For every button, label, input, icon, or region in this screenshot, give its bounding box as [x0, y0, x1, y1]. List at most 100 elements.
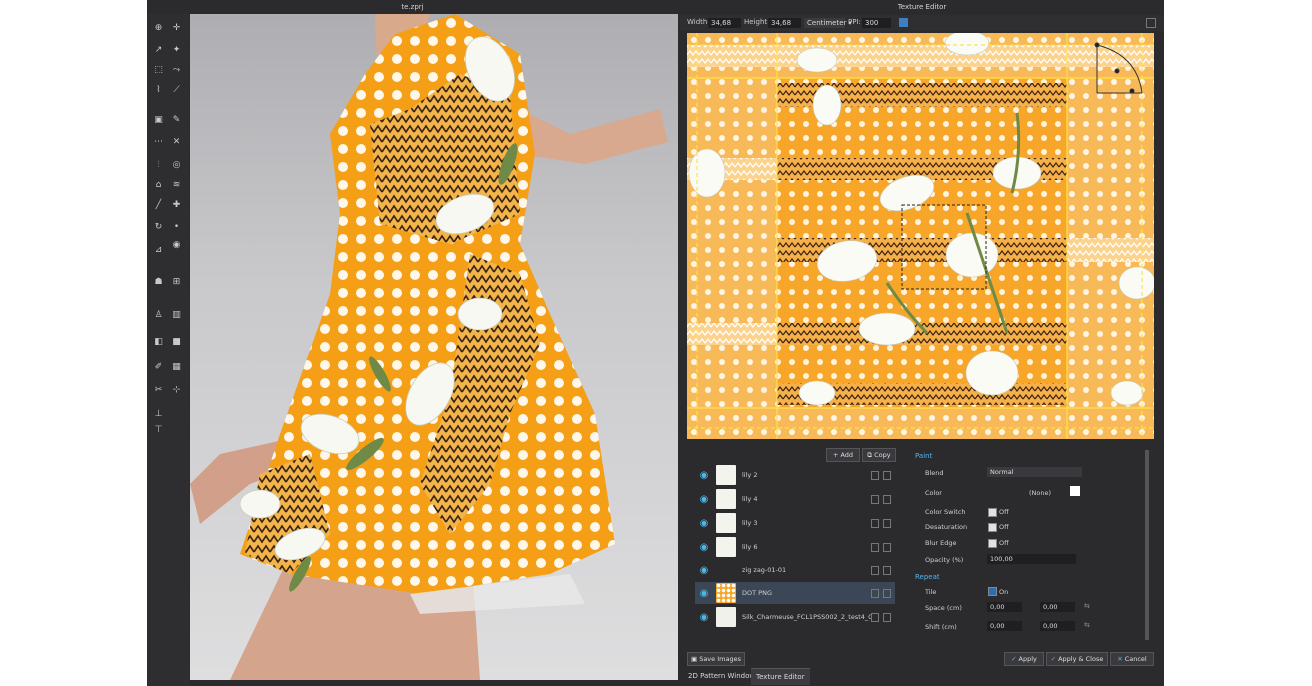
layer-menu-icon[interactable] — [883, 542, 891, 552]
apply-close-button[interactable]: ✓ Apply & Close — [1046, 652, 1108, 666]
sew-tool-icon[interactable]: ⌇ — [153, 84, 164, 95]
ppi-input[interactable]: 300 — [862, 18, 891, 28]
line-tool-icon[interactable]: ╱ — [153, 199, 164, 210]
visibility-eye-icon[interactable]: ◉ — [698, 517, 710, 529]
lock-icon[interactable] — [871, 494, 879, 504]
opacity-input[interactable]: 100,00 — [987, 554, 1076, 564]
color-switch-checkbox[interactable] — [988, 508, 997, 517]
3d-viewport[interactable] — [190, 14, 678, 680]
brush-tool-icon[interactable]: ✎ — [171, 114, 182, 125]
link-icon[interactable]: ⇆ — [1084, 621, 1090, 629]
avatar-tool-icon[interactable]: ♙ — [153, 309, 164, 320]
layer-row[interactable]: ◉ zig zag-01-01 — [695, 559, 895, 581]
layer-row[interactable]: ◉ lily 6 — [695, 536, 895, 558]
visibility-eye-icon[interactable]: ◉ — [698, 493, 710, 505]
fit-tool-icon[interactable]: ☗ — [153, 276, 164, 287]
visibility-eye-icon[interactable]: ◉ — [698, 564, 710, 576]
space-x-input[interactable]: 0,00 — [987, 602, 1022, 612]
layer-thumbnail — [716, 583, 736, 603]
layer-menu-icon[interactable] — [883, 494, 891, 504]
measure-tool-icon[interactable]: ⊿ — [153, 244, 164, 255]
lock-icon[interactable] — [871, 470, 879, 480]
visibility-eye-icon[interactable]: ◉ — [698, 587, 710, 599]
editor-title: Texture Editor — [897, 3, 947, 11]
lock-icon[interactable] — [871, 588, 879, 598]
layer-thumbnail — [716, 465, 736, 485]
lock-icon[interactable] — [871, 612, 879, 622]
visibility-eye-icon[interactable]: ◉ — [698, 611, 710, 623]
opacity-label: Opacity (%) — [925, 556, 964, 564]
copy-layer-button[interactable]: ⧉ Copy — [862, 448, 896, 462]
rotate-tool-icon[interactable]: ↻ — [153, 221, 164, 232]
layer-row[interactable]: ◉ lily 4 — [695, 488, 895, 510]
tile-checkbox[interactable] — [988, 587, 997, 596]
button-tool-icon[interactable]: ◎ — [171, 159, 182, 170]
fill-tool-icon[interactable]: ▦ — [171, 361, 182, 372]
desaturation-checkbox[interactable] — [988, 523, 997, 532]
texture-canvas[interactable] — [687, 33, 1154, 439]
zipper-tool-icon[interactable]: ⫶ — [153, 159, 164, 170]
grid-toggle-icon[interactable] — [899, 18, 908, 27]
color-swatch[interactable] — [1070, 486, 1080, 496]
layer-row[interactable]: ◉ lily 3 — [695, 512, 895, 534]
blend-select[interactable]: Normal — [987, 467, 1082, 477]
tack-tool-icon[interactable]: ✕ — [171, 136, 182, 147]
arrange-tool-icon[interactable]: ⊞ — [171, 276, 182, 287]
layer-menu-icon[interactable] — [883, 565, 891, 575]
blur-edge-checkbox[interactable] — [988, 539, 997, 548]
texture-size-bar: Width: 34,68 Height: 34,68 Centimeter ▾ P… — [680, 15, 1164, 31]
link-icon[interactable]: ⇆ — [1084, 602, 1090, 610]
shift-y-input[interactable]: 0,00 — [1040, 621, 1075, 631]
width-input[interactable]: 34,68 — [708, 18, 741, 28]
settings-icon[interactable] — [1146, 18, 1156, 28]
trim-tool-icon[interactable]: ⌂ — [153, 179, 164, 190]
shape-tool-icon[interactable]: ■ — [171, 336, 182, 347]
layer-menu-icon[interactable] — [883, 588, 891, 598]
puckering-tool-icon[interactable]: ≋ — [171, 179, 182, 190]
layer-menu-icon[interactable] — [883, 612, 891, 622]
layer-name: lily 2 — [742, 471, 758, 479]
select-tool-icon[interactable]: ⊕ — [153, 22, 164, 33]
lock-icon[interactable] — [871, 518, 879, 528]
layer-tool-icon[interactable]: ◧ — [153, 336, 164, 347]
height-input[interactable]: 34,68 — [768, 18, 801, 28]
add-layer-button[interactable]: + Add — [826, 448, 860, 462]
layer-row-selected[interactable]: ◉ DOT PNG — [695, 582, 895, 604]
tab-texture-editor[interactable]: Texture Editor — [751, 668, 810, 685]
tile-label: Tile — [925, 588, 937, 596]
tab-2d-pattern-window[interactable]: 2D Pattern Window — [683, 668, 760, 684]
lock-icon[interactable] — [871, 565, 879, 575]
pattern-fill-icon[interactable]: ✚ — [171, 199, 182, 210]
edit-curve-icon[interactable]: ⤳ — [171, 64, 182, 75]
dot-tool-icon[interactable]: • — [171, 221, 182, 232]
pen-tool-icon[interactable]: ✐ — [153, 361, 164, 372]
layer-row[interactable]: ◉ lily 2 — [695, 464, 895, 486]
target-tool-icon[interactable]: ◉ — [171, 239, 182, 250]
properties-scrollbar[interactable] — [1145, 450, 1149, 640]
layer-menu-icon[interactable] — [883, 470, 891, 480]
pose-tool-icon[interactable]: ▥ — [171, 309, 182, 320]
visibility-eye-icon[interactable]: ◉ — [698, 541, 710, 553]
pin-tool-icon[interactable]: ✦ — [171, 44, 182, 55]
texture-tool-icon[interactable]: ▣ — [153, 114, 164, 125]
cancel-button[interactable]: ✕ Cancel — [1110, 652, 1154, 666]
save-images-button[interactable]: ▣ Save Images — [687, 652, 745, 666]
ruler-tool-icon[interactable]: ⊥ — [153, 408, 164, 419]
scissor-tool-icon[interactable]: ✂ — [153, 384, 164, 395]
layer-row[interactable]: ◉ Silk_Charmeuse_FCL1PSS002_2_test4_COL — [695, 606, 895, 628]
unit-select[interactable]: Centimeter ▾ — [804, 18, 852, 28]
space-y-input[interactable]: 0,00 — [1040, 602, 1075, 612]
lock-icon[interactable] — [871, 542, 879, 552]
apply-button[interactable]: ✓ Apply — [1004, 652, 1044, 666]
stitch-tool-icon[interactable]: ⋯ — [153, 136, 164, 147]
shift-x-input[interactable]: 0,00 — [987, 621, 1022, 631]
crosshair-tool-icon[interactable]: ⊹ — [171, 384, 182, 395]
move-tool-icon[interactable]: ✛ — [171, 22, 182, 33]
visibility-eye-icon[interactable]: ◉ — [698, 469, 710, 481]
tile-value: On — [999, 588, 1009, 596]
shirt-tool-icon[interactable]: ⊤ — [153, 424, 164, 435]
layer-menu-icon[interactable] — [883, 518, 891, 528]
transform-tool-icon[interactable]: ↗ — [153, 44, 164, 55]
edit-pattern-icon[interactable]: ⬚ — [153, 64, 164, 75]
fold-tool-icon[interactable]: ⟋ — [171, 84, 182, 95]
